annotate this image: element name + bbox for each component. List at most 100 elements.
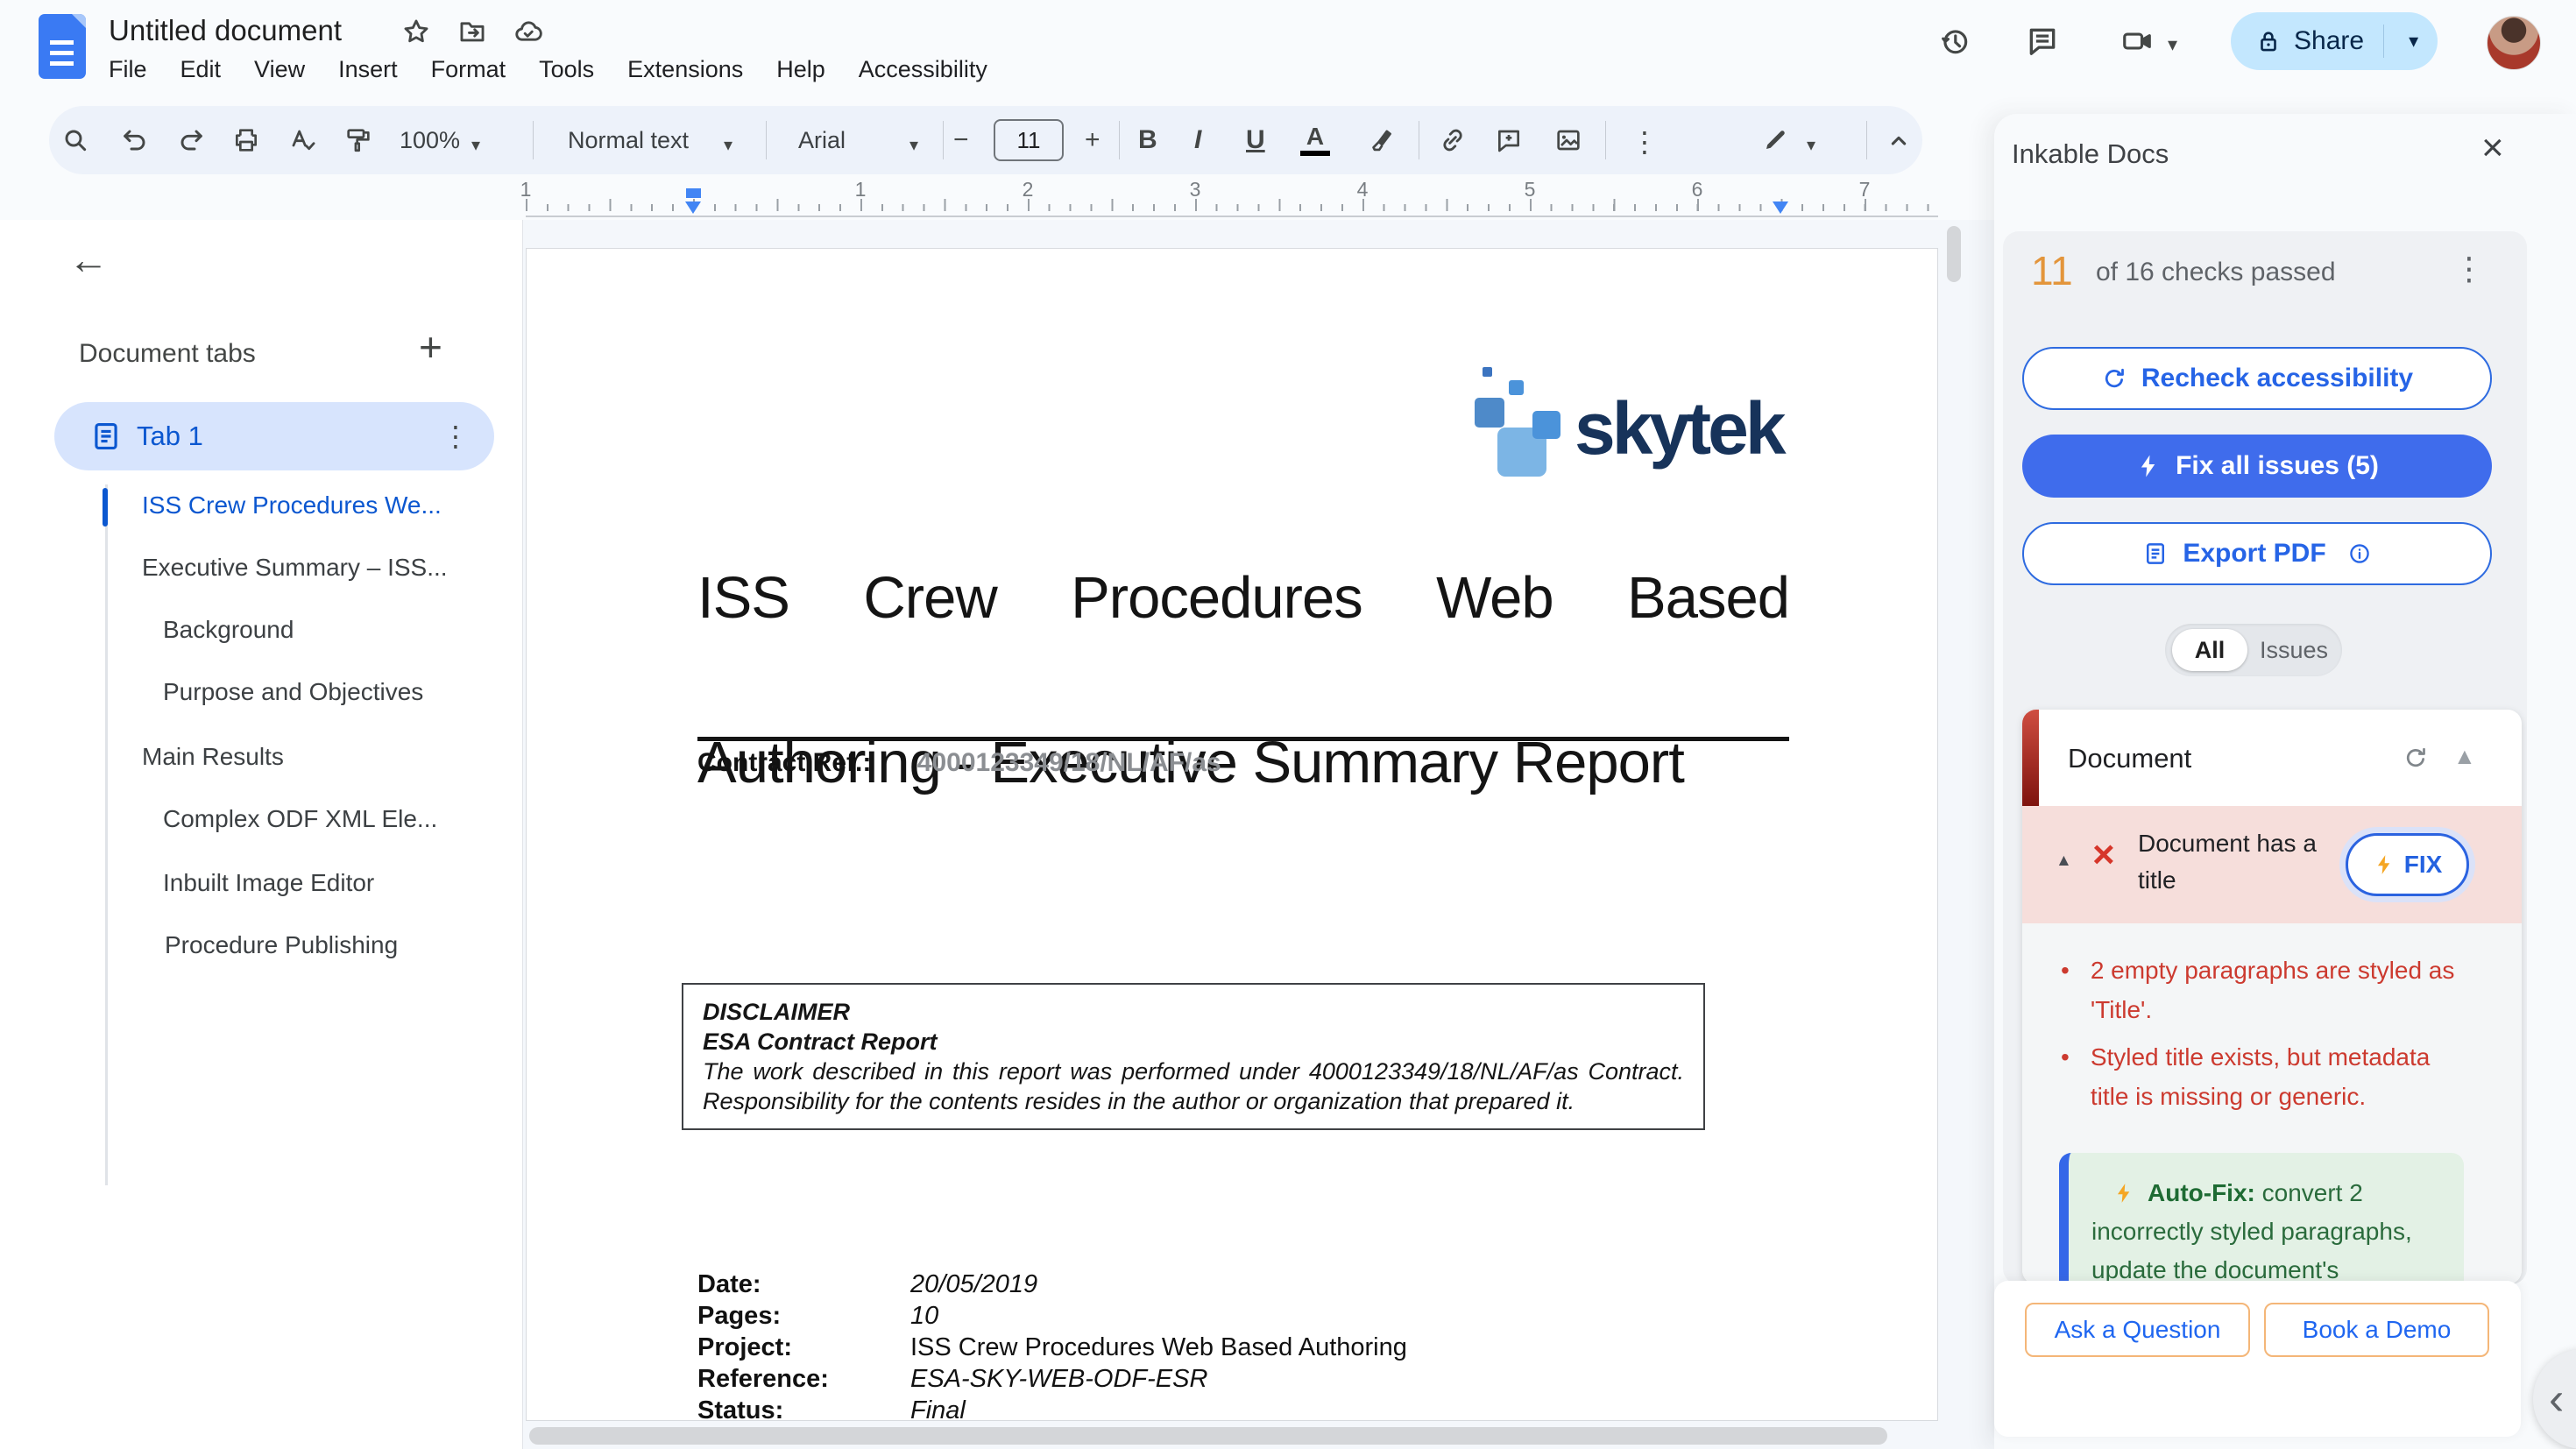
version-history-icon[interactable]	[1938, 25, 1971, 58]
undo-icon[interactable]	[121, 126, 149, 154]
spellcheck-icon[interactable]	[288, 126, 316, 154]
outline-rail	[105, 484, 108, 1185]
font-size-increase[interactable]: +	[1085, 125, 1100, 155]
editing-mode-pen-icon[interactable]	[1761, 126, 1789, 154]
italic-button[interactable]: I	[1194, 125, 1201, 155]
tab-options-icon[interactable]: ⋮	[442, 420, 470, 453]
search-menus-icon[interactable]	[61, 126, 89, 154]
card-collapse-icon[interactable]: ▲	[2453, 743, 2476, 770]
toggle-issues[interactable]: Issues	[2260, 624, 2328, 676]
checks-overflow-icon[interactable]: ⋮	[2453, 251, 2485, 287]
outline-item[interactable]: Procedure Publishing	[165, 930, 398, 960]
info-icon[interactable]	[2347, 541, 2372, 566]
menu-view[interactable]: View	[254, 56, 305, 83]
menu-edit[interactable]: Edit	[180, 56, 222, 83]
panel-close-icon[interactable]: ×	[2481, 126, 2504, 170]
star-icon[interactable]	[401, 17, 431, 46]
font-size-decrease[interactable]: −	[953, 125, 969, 155]
menu-accessibility[interactable]: Accessibility	[859, 56, 987, 83]
add-comment-icon[interactable]	[1495, 126, 1523, 154]
meet-video-icon[interactable]	[2120, 25, 2154, 58]
panel-footer: Ask a Question Book a Demo	[1994, 1281, 2521, 1437]
zoom-select[interactable]: 100%	[400, 127, 460, 154]
meet-caret-icon[interactable]: ▾	[2168, 35, 2177, 54]
move-folder-icon[interactable]	[457, 17, 487, 46]
card-refresh-icon[interactable]	[2403, 745, 2429, 771]
meta-row[interactable]: Reference:	[697, 1365, 829, 1394]
left-indent-marker[interactable]	[685, 201, 701, 214]
outline-item[interactable]: Background	[163, 615, 294, 645]
tab-item-selected[interactable]: Tab 1 ⋮	[54, 402, 494, 470]
fix-button[interactable]: FIX	[2346, 833, 2469, 896]
font-size-input[interactable]: 11	[994, 119, 1064, 161]
disclaimer-box[interactable]: DISCLAIMER ESA Contract Report The work …	[682, 983, 1705, 1130]
avatar[interactable]	[2487, 16, 2541, 70]
share-caret-icon[interactable]: ▾	[2396, 32, 2431, 51]
outline-item[interactable]: Purpose and Objectives	[163, 677, 423, 707]
menu-format[interactable]: Format	[431, 56, 506, 83]
paragraph-style-select[interactable]: Normal text	[568, 127, 689, 154]
outline-item[interactable]: Executive Summary – ISS...	[142, 553, 448, 583]
issue-row[interactable]: ▲ × Document has a title FIX	[2022, 806, 2522, 923]
insert-image-icon[interactable]	[1554, 126, 1582, 154]
fix-all-issues-button[interactable]: Fix all issues (5)	[2022, 435, 2492, 498]
horizontal-scrollbar[interactable]	[529, 1427, 1887, 1445]
share-button[interactable]: Share ▾	[2231, 12, 2438, 70]
font-select[interactable]: Arial	[798, 127, 846, 154]
horizontal-ruler[interactable]: 1 1 2 3 4 5 6 7	[526, 178, 1938, 220]
docs-logo[interactable]	[39, 14, 86, 79]
menu-insert[interactable]: Insert	[338, 56, 398, 83]
outline-item[interactable]: Main Results	[142, 742, 284, 772]
outline-item[interactable]: Complex ODF XML Ele...	[163, 804, 437, 834]
underline-button[interactable]: U	[1246, 125, 1265, 155]
font-caret-icon[interactable]: ▾	[909, 134, 918, 156]
hide-menus-icon[interactable]	[1885, 126, 1913, 154]
back-arrow-icon[interactable]: ←	[68, 239, 109, 279]
toolbar-overflow-icon[interactable]: ⋮	[1631, 125, 1659, 159]
document-title[interactable]: Untitled document	[109, 14, 342, 47]
insert-link-icon[interactable]	[1439, 126, 1467, 154]
issue-expand-icon[interactable]: ▲	[2056, 852, 2072, 871]
ask-question-button[interactable]: Ask a Question	[2025, 1303, 2250, 1357]
toolbar: 100% ▾ Normal text ▾ Arial ▾ − 11 + B I …	[49, 106, 1922, 174]
issue-bullet: • Styled title exists, but metadata titl…	[2061, 1037, 2473, 1116]
menu-help[interactable]: Help	[776, 56, 825, 83]
autofix-suggestion[interactable]: Auto-Fix: convert 2 incorrectly styled p…	[2059, 1153, 2464, 1284]
recheck-accessibility-button[interactable]: Recheck accessibility	[2022, 347, 2492, 410]
meta-row[interactable]: Pages:	[697, 1302, 781, 1331]
skytek-wordmark: skytek	[1575, 392, 1783, 465]
meta-row[interactable]: Project:	[697, 1333, 792, 1362]
meta-row[interactable]: Date:	[697, 1270, 761, 1299]
first-line-indent-marker[interactable]	[686, 188, 701, 198]
menu-extensions[interactable]: Extensions	[627, 56, 743, 83]
add-tab-icon[interactable]: +	[419, 327, 442, 367]
disclaimer-body: The work described in this report was pe…	[703, 1057, 1684, 1116]
outline-item[interactable]: Inbuilt Image Editor	[163, 868, 374, 898]
redo-icon[interactable]	[177, 126, 205, 154]
highlight-color-icon[interactable]	[1366, 126, 1394, 154]
bold-button[interactable]: B	[1138, 125, 1157, 155]
paint-format-icon[interactable]	[344, 126, 372, 154]
menu-tools[interactable]: Tools	[539, 56, 594, 83]
document-page[interactable]: skytek ISS Crew Procedures Web Based Aut…	[526, 248, 1938, 1421]
filter-toggle[interactable]: All Issues	[2165, 624, 2342, 676]
style-caret-icon[interactable]: ▾	[724, 134, 732, 156]
tabs-panel-title: Document tabs	[79, 339, 256, 369]
contract-ref-row[interactable]: Contract Ref.: 4000123349/18/NL/AF/as	[697, 748, 1789, 778]
right-indent-marker[interactable]	[1773, 201, 1788, 214]
meta-row[interactable]: Status:	[697, 1396, 783, 1421]
print-icon[interactable]	[232, 126, 260, 154]
document-tabs-sidebar: ← Document tabs + Tab 1 ⋮ ISS Crew Proce…	[0, 220, 523, 1449]
vertical-scrollbar[interactable]	[1947, 226, 1961, 282]
cloud-status-icon[interactable]	[513, 17, 543, 46]
editing-mode-caret-icon[interactable]: ▾	[1807, 134, 1815, 156]
bolt-icon	[2135, 453, 2162, 479]
toggle-all[interactable]: All	[2172, 629, 2247, 671]
zoom-caret-icon[interactable]: ▾	[471, 134, 480, 156]
menu-file[interactable]: File	[109, 56, 147, 83]
text-color-button[interactable]: A	[1300, 124, 1330, 156]
outline-item[interactable]: ISS Crew Procedures We...	[142, 491, 442, 520]
book-demo-button[interactable]: Book a Demo	[2264, 1303, 2489, 1357]
export-pdf-button[interactable]: Export PDF	[2022, 522, 2492, 585]
comments-icon[interactable]	[2026, 25, 2059, 58]
